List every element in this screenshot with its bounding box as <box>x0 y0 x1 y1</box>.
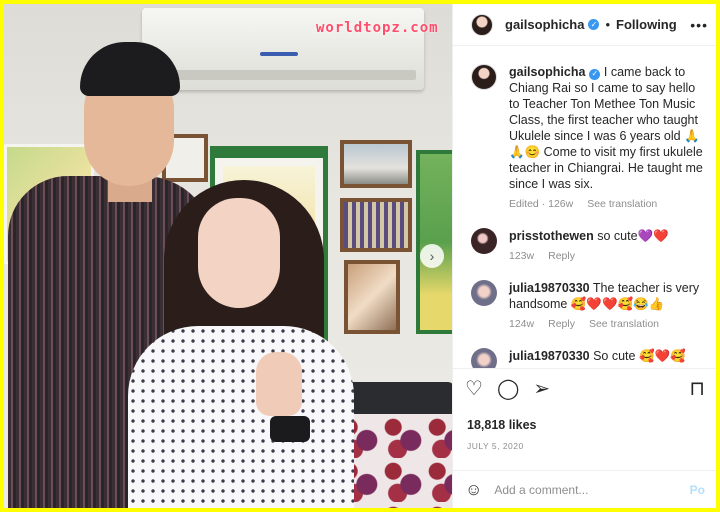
photo-girl-dress <box>128 326 354 508</box>
verified-badge-icon: ✓ <box>588 19 600 30</box>
comment-text: so cute💜❤️ <box>593 229 669 243</box>
post-window: worldtopz.com › gailsophicha ✓ • Followi… <box>4 4 716 508</box>
comment-time: 123w <box>509 250 535 262</box>
photo-girl-watch <box>270 416 310 442</box>
caption-username[interactable]: gailsophicha <box>509 65 585 79</box>
post-date: JULY 5, 2020 <box>467 441 524 451</box>
post-side-panel: gailsophicha ✓ • Following ••• gailsophi… <box>452 4 716 508</box>
reply-button[interactable]: Reply <box>548 250 575 262</box>
avatar[interactable] <box>471 13 493 36</box>
avatar[interactable] <box>471 348 497 368</box>
photo-wall-frame <box>340 140 412 188</box>
chevron-right-icon: › <box>429 248 435 264</box>
next-photo-button[interactable]: › <box>420 244 444 268</box>
comment-time: 124w <box>509 318 535 330</box>
header-separator: • <box>605 17 611 32</box>
photo-wall-frame <box>344 260 400 334</box>
avatar[interactable] <box>471 64 497 90</box>
share-icon[interactable]: ➢ <box>533 379 550 399</box>
more-options-icon[interactable]: ••• <box>690 17 708 33</box>
add-comment-input[interactable] <box>494 482 678 497</box>
caption-text-block: gailsophicha ✓ I came back to Chiang Rai … <box>509 64 709 192</box>
comment-item: julia19870330 So cute 🥰❤️🥰 <box>471 348 709 368</box>
caption-edited: Edited · 126w <box>509 198 574 210</box>
photo-wall-frame <box>340 198 412 252</box>
comments-list[interactable]: gailsophicha ✓ I came back to Chiang Rai … <box>453 46 716 368</box>
watermark-text: worldtopz.com <box>316 20 439 36</box>
photo-window-right <box>416 150 452 334</box>
comment-username[interactable]: prisstothewen <box>509 229 594 243</box>
comment-username[interactable]: julia19870330 <box>509 349 590 363</box>
comment-username[interactable]: julia19870330 <box>509 281 590 295</box>
see-translation-link[interactable]: See translation <box>589 318 659 330</box>
photo-girl-face <box>198 198 280 308</box>
caption-text: I came back to Chiang Rai so I came to s… <box>509 65 703 191</box>
avatar[interactable] <box>471 228 497 254</box>
comment-icon[interactable]: ◯ <box>497 379 519 399</box>
caption: gailsophicha ✓ I came back to Chiang Rai … <box>471 64 709 210</box>
post-button[interactable]: Po <box>690 483 705 497</box>
header-username[interactable]: gailsophicha <box>505 17 584 32</box>
heart-icon[interactable]: ♡ <box>465 379 483 399</box>
emoji-icon[interactable]: ☺ <box>465 480 482 500</box>
post-photo: worldtopz.com › <box>4 4 452 508</box>
comment-item: julia19870330 The teacher is very handso… <box>471 280 709 330</box>
reply-button[interactable]: Reply <box>548 318 575 330</box>
see-translation-link[interactable]: See translation <box>587 198 657 210</box>
add-comment-bar: ☺ Po <box>453 470 716 508</box>
comment-text: So cute 🥰❤️🥰 <box>589 349 686 363</box>
likes-count[interactable]: 18,818 likes <box>467 418 537 432</box>
bookmark-icon[interactable]: ⊓ <box>689 379 705 399</box>
comment-item: prisstothewen so cute💜❤️ 123w Reply <box>471 228 709 262</box>
following-button[interactable]: Following <box>616 17 677 32</box>
avatar[interactable] <box>471 280 497 306</box>
action-bar: ♡ ◯ ➢ ⊓ <box>453 368 716 408</box>
post-header: gailsophicha ✓ • Following ••• <box>453 4 716 46</box>
photo-girl-peace-sign <box>256 352 302 416</box>
verified-badge-icon: ✓ <box>589 68 601 80</box>
